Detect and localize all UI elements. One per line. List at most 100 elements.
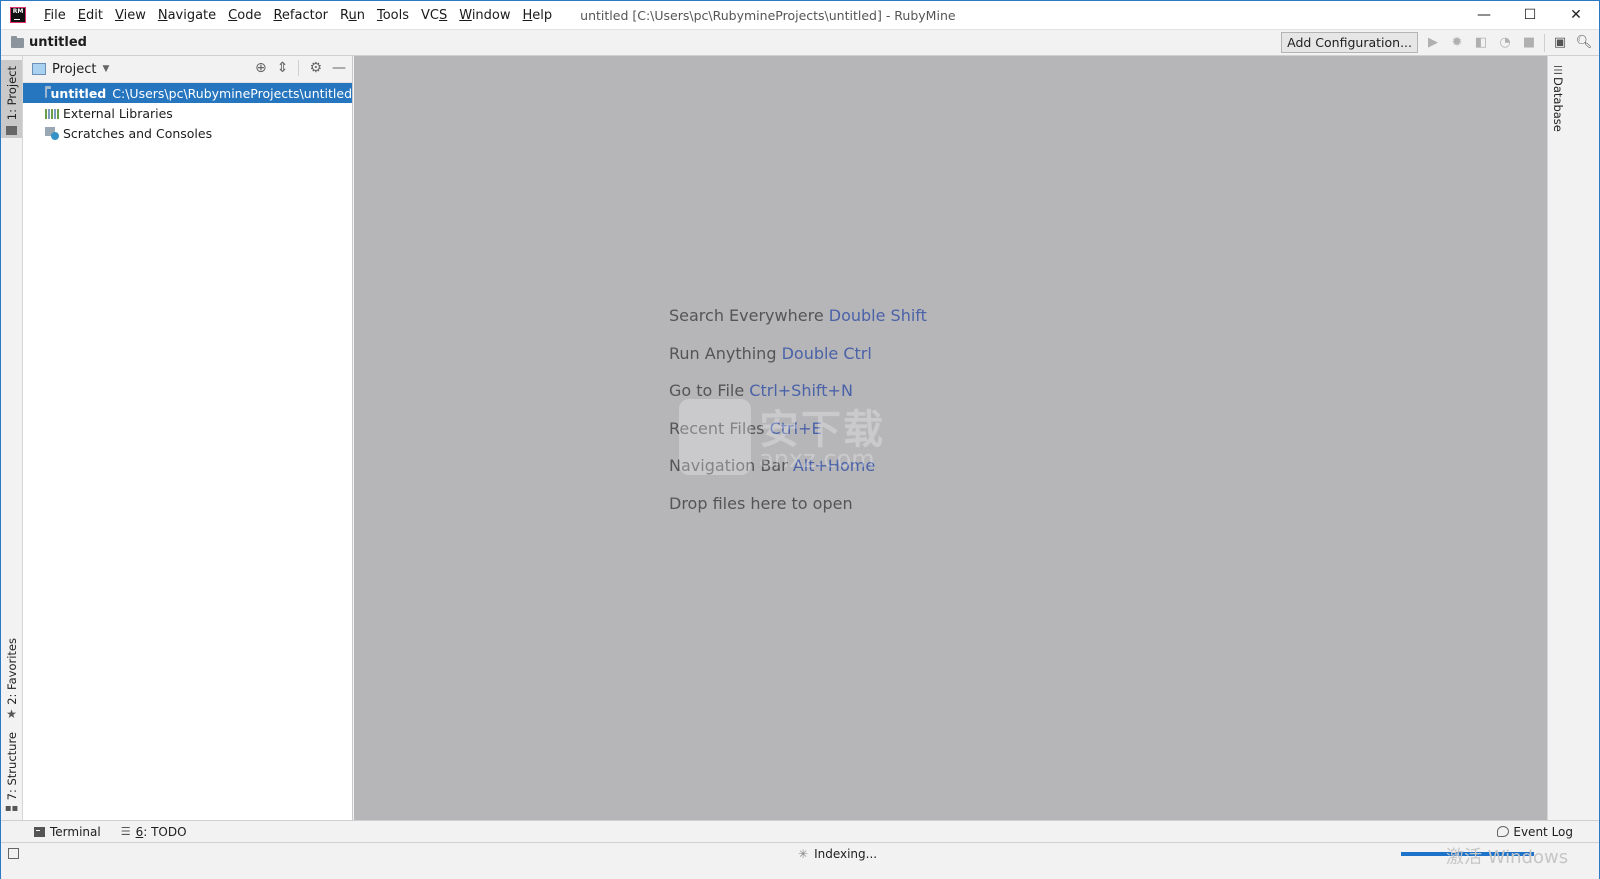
menu-view[interactable]: View	[109, 8, 152, 23]
hint-text: Drop files here to open	[669, 493, 853, 513]
hint-go-to-file: Go to File Ctrl+Shift+N	[669, 381, 927, 419]
hint-navigation-bar: Navigation Bar Alt+Home	[669, 456, 927, 494]
right-tool-strip: ☰ Database	[1547, 56, 1569, 820]
tool-tab-event-log-label: Event Log	[1513, 824, 1573, 839]
hint-text: Run Anything	[669, 343, 777, 363]
menu-help[interactable]: Help	[517, 8, 559, 23]
tool-tab-todo-label: 6: TODO	[136, 825, 187, 839]
toolbar-separator	[298, 60, 300, 76]
hint-text: Go to File	[669, 381, 745, 400]
hint-text: Search Everywhere	[669, 306, 824, 325]
tree-item-external-libraries[interactable]: External Libraries	[23, 103, 352, 123]
chevron-down-icon[interactable]: ▼	[102, 64, 109, 74]
debug-icon[interactable]: ✹	[1448, 34, 1466, 52]
coverage-icon[interactable]: ◧	[1472, 34, 1490, 52]
hint-recent-files: Recent Files Ctrl+E	[669, 419, 927, 457]
empty-editor-hints: Search Everywhere Double Shift Run Anyth…	[669, 306, 927, 531]
project-view-icon	[32, 63, 46, 75]
indexing-label: Indexing...	[814, 846, 878, 861]
hint-shortcut: Ctrl+Shift+N	[749, 381, 853, 400]
todo-list-icon: ☰	[120, 825, 131, 838]
toolbar-separator	[1544, 33, 1545, 52]
project-view-selector[interactable]: Project	[52, 62, 96, 77]
title-bar: RM File Edit View Navigate Code Refactor Run To…	[1, 1, 1599, 29]
menu-code[interactable]: Code	[222, 8, 267, 23]
project-panel-header: Project ▼ ⊕ ⇕ ⚙ —	[23, 56, 352, 83]
gear-icon[interactable]: ⚙	[309, 60, 322, 76]
tool-tab-project-label: 1: Project	[4, 66, 19, 121]
tool-tab-structure[interactable]: 7: Structure ▪▪	[1, 732, 22, 815]
breadcrumb-project[interactable]: untitled	[29, 35, 87, 50]
hint-text: Navigation Bar	[669, 456, 788, 475]
toggle-tool-windows-icon[interactable]	[8, 848, 19, 859]
window-title: untitled [C:\Users\pc\RubymineProjects\u…	[580, 7, 956, 23]
stop-icon[interactable]: ■	[1520, 34, 1538, 52]
hint-drop-files: Drop files here to open	[669, 494, 927, 532]
add-configuration-button[interactable]: Add Configuration...	[1281, 32, 1418, 53]
hint-text: Recent Files	[669, 418, 765, 438]
hint-shortcut: Alt+Home	[792, 456, 876, 475]
menu-window[interactable]: Window	[453, 8, 516, 23]
tree-item-name: Scratches and Consoles	[63, 125, 213, 141]
hint-shortcut: Double Ctrl	[781, 343, 872, 363]
tree-item-project-root[interactable]: untitled C:\Users\pc\RubymineProjects\un…	[23, 83, 352, 103]
tool-tab-favorites-label: 2: Favorites	[4, 638, 19, 705]
database-icon: ☰	[1553, 64, 1563, 77]
tool-tab-todo[interactable]: ☰ 6: TODO	[121, 825, 187, 839]
menu-run[interactable]: Run	[334, 8, 371, 23]
locate-file-icon[interactable]: ⊕	[255, 60, 267, 76]
library-icon	[45, 108, 59, 119]
hint-search-everywhere: Search Everywhere Double Shift	[669, 306, 927, 344]
breadcrumb[interactable]: untitled	[11, 35, 87, 50]
status-bar: ✳ Indexing... 激活 Windows	[1, 842, 1599, 868]
tool-tab-favorites[interactable]: 2: Favorites ★	[1, 638, 22, 721]
left-tool-strip: 1: Project 2: Favorites ★ 7: Structure ▪…	[1, 56, 23, 820]
close-button[interactable]: ✕	[1553, 1, 1599, 29]
folder-icon	[6, 126, 17, 136]
tool-tab-terminal-label: Terminal	[50, 824, 101, 839]
profile-icon[interactable]: ◔	[1496, 34, 1514, 52]
editor-area[interactable]: Search Everywhere Double Shift Run Anyth…	[354, 56, 1547, 820]
hint-shortcut: Ctrl+E	[769, 418, 822, 438]
app-logo-text: RM	[12, 8, 24, 15]
folder-icon	[11, 35, 24, 48]
tool-tab-database[interactable]: ☰ Database	[1551, 64, 1565, 132]
collapse-all-icon[interactable]: ⇕	[277, 60, 289, 76]
window-controls: — ☐ ✕	[1461, 1, 1599, 29]
project-panel-tools: ⊕ ⇕ ⚙ —	[255, 60, 346, 76]
menu-navigate[interactable]: Navigate	[152, 8, 222, 23]
main-toolbar: Add Configuration... ▶ ✹ ◧ ◔ ■ ▣ 🔍︎	[1281, 32, 1593, 53]
tree-item-scratches[interactable]: Scratches and Consoles	[23, 123, 352, 143]
hide-panel-icon[interactable]: —	[332, 60, 346, 76]
todo-label-text: : TODO	[143, 824, 187, 839]
background-task-status[interactable]: ✳ Indexing...	[798, 847, 877, 861]
structure-icon: ▪▪	[4, 803, 19, 815]
menu-vcs[interactable]: VCS	[415, 8, 453, 23]
project-structure-icon[interactable]: ▣	[1551, 34, 1569, 52]
tree-item-path: C:\Users\pc\RubymineProjects\untitled	[112, 85, 352, 101]
menu-tools[interactable]: Tools	[371, 8, 415, 23]
tool-tab-project[interactable]: 1: Project	[1, 60, 22, 138]
menu-edit[interactable]: Edit	[72, 8, 109, 23]
minimize-button[interactable]: —	[1461, 1, 1507, 29]
bottom-tool-tabs: Terminal ☰ 6: TODO Event Log	[1, 820, 1599, 842]
project-panel: Project ▼ ⊕ ⇕ ⚙ — untitled C:\Users\pc\R…	[23, 56, 353, 820]
tool-tab-event-log[interactable]: Event Log	[1497, 825, 1573, 839]
scratches-icon	[45, 126, 59, 140]
menu-refactor[interactable]: Refactor	[267, 8, 334, 23]
terminal-icon	[34, 826, 45, 837]
tool-tab-terminal[interactable]: Terminal	[34, 825, 101, 839]
rubymine-logo-icon[interactable]: RM	[10, 7, 26, 23]
maximize-button[interactable]: ☐	[1507, 1, 1553, 29]
star-icon: ★	[6, 706, 17, 721]
spinner-icon: ✳	[798, 846, 809, 861]
search-icon[interactable]: 🔍︎	[1575, 34, 1593, 52]
hint-run-anything: Run Anything Double Ctrl	[669, 344, 927, 382]
menu-file[interactable]: File	[38, 8, 72, 23]
run-icon[interactable]: ▶	[1424, 34, 1442, 52]
tool-tab-database-label: Database	[1551, 77, 1565, 132]
hint-shortcut: Double Shift	[828, 306, 927, 325]
tree-item-name: untitled	[50, 85, 107, 101]
tree-item-name: External Libraries	[63, 105, 173, 121]
menu-bar: File Edit View Navigate Code Refactor Run Tools…	[38, 8, 558, 23]
